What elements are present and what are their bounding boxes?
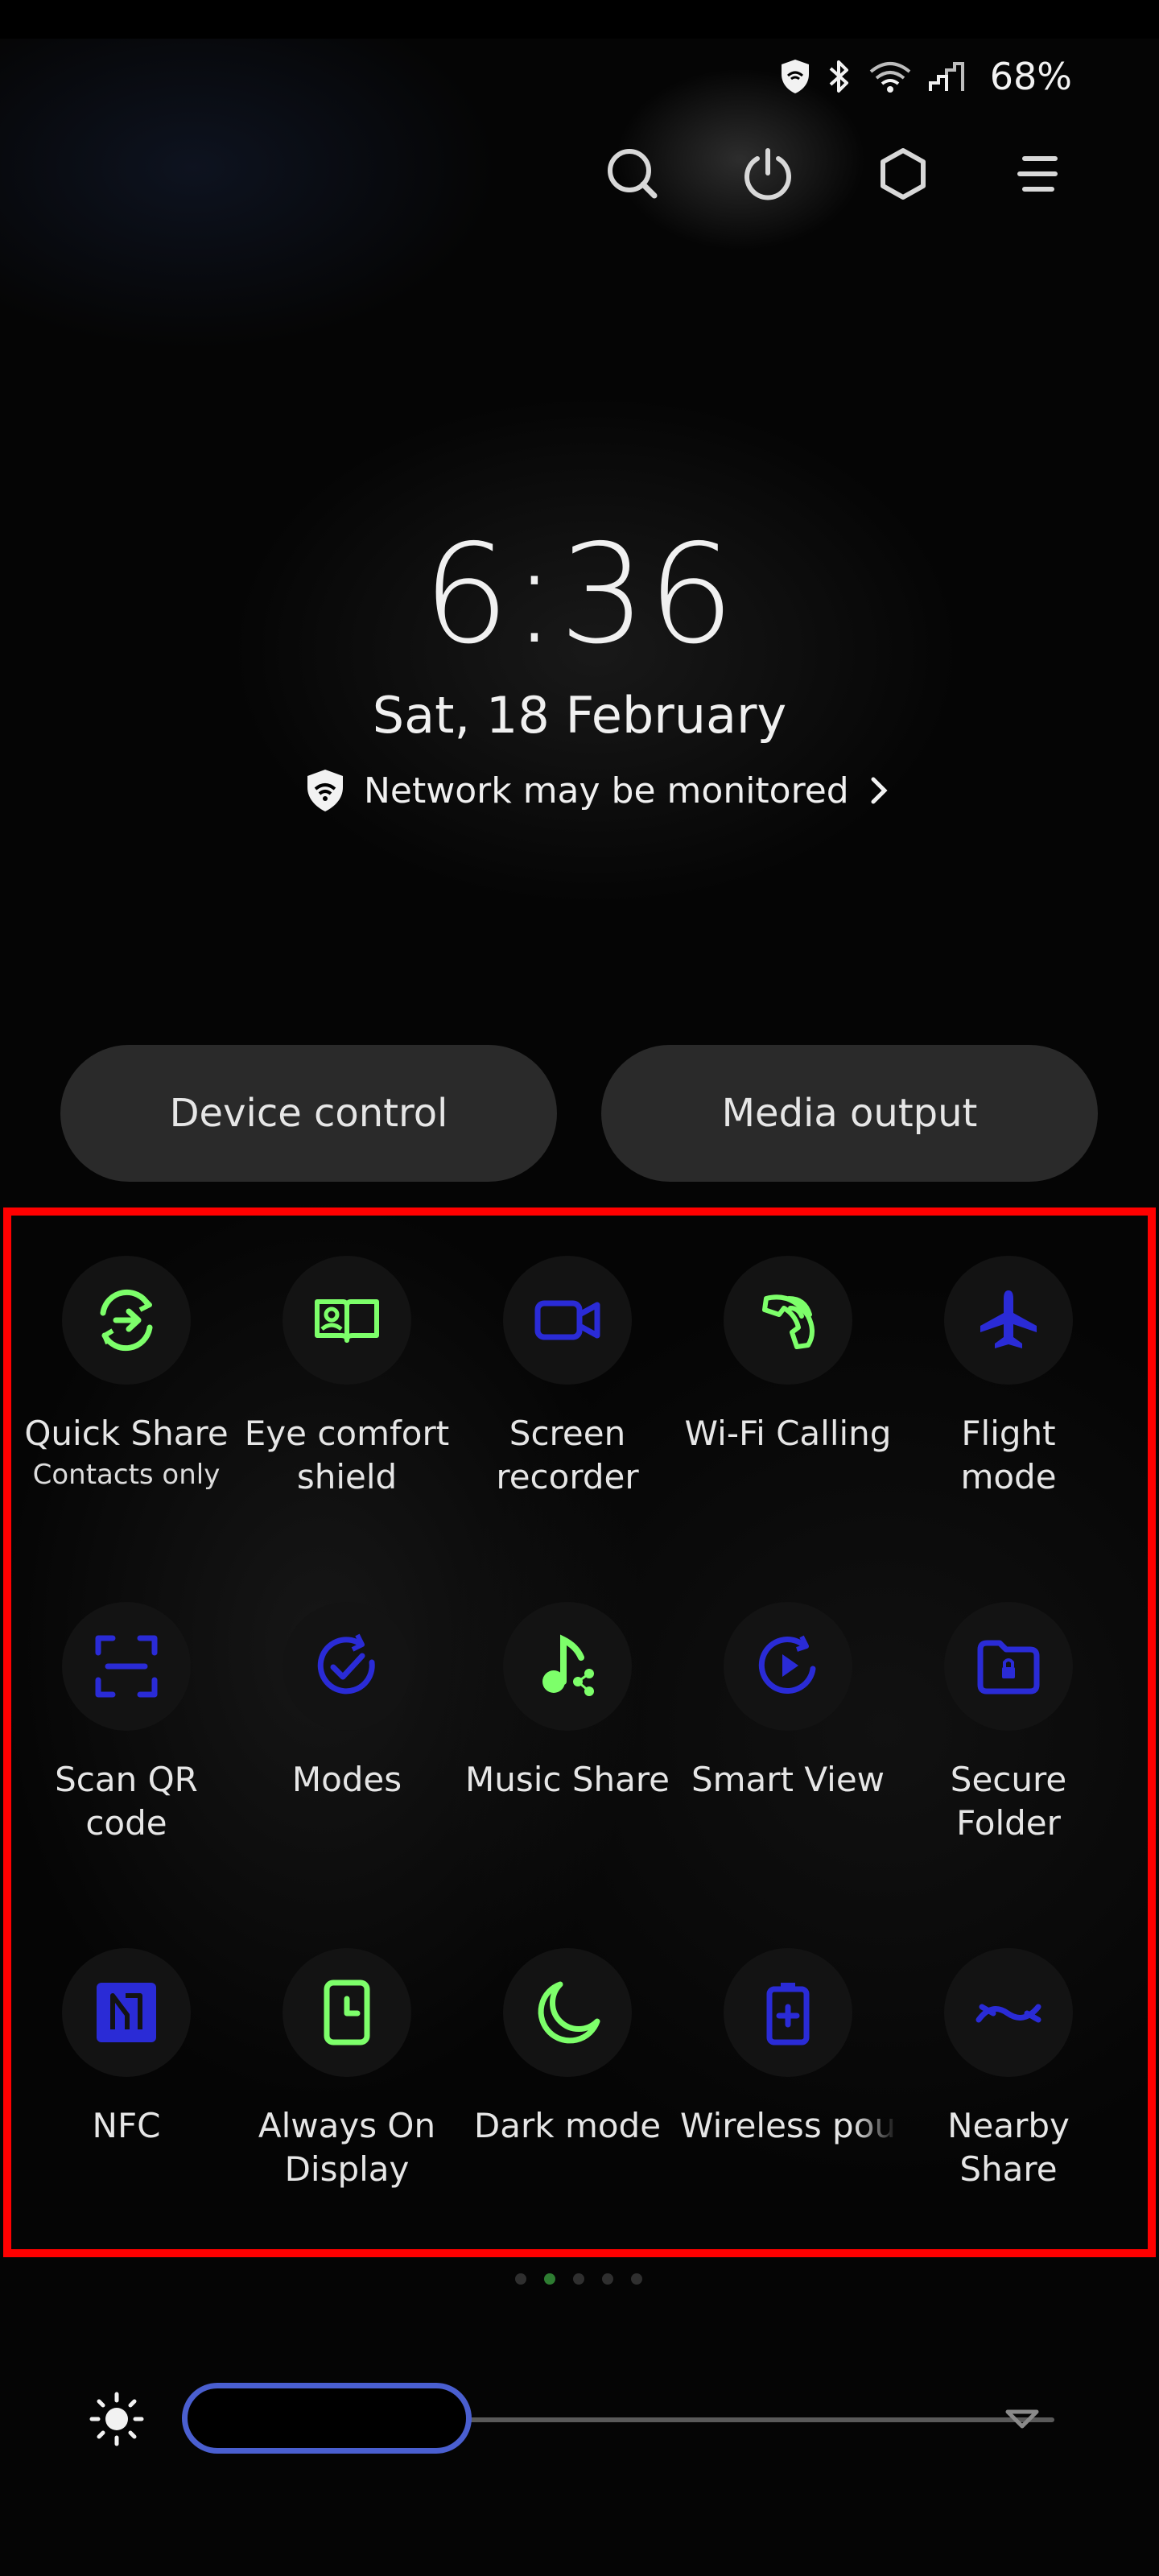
airplane-icon <box>980 1290 1037 1348</box>
chevron-right-icon <box>871 777 888 804</box>
tile-label: Always On Display <box>258 2106 436 2189</box>
signal-icon <box>928 62 964 91</box>
quick-share-icon <box>100 1289 153 1352</box>
page-dot[interactable] <box>602 2273 613 2285</box>
wireless-power-icon <box>766 1983 810 2046</box>
tile-modes[interactable]: Modes <box>237 1602 457 1802</box>
page-dot[interactable] <box>573 2273 584 2285</box>
eye-comfort-icon <box>315 1299 379 1343</box>
tile-eye-comfort-shield[interactable]: Eye comfort shield <box>237 1256 457 1499</box>
tile-icon-circle <box>283 1948 411 2077</box>
clock-time: 6:36 <box>423 515 736 675</box>
tile-label: Music Share <box>464 1760 670 1799</box>
tile-icon-circle <box>283 1256 411 1385</box>
media-output-button[interactable]: Media output <box>601 1045 1098 1182</box>
tile-smart-view[interactable]: Smart View <box>678 1602 898 1802</box>
page-dot[interactable] <box>631 2273 642 2285</box>
tile-screen-recorder[interactable]: Screen recorder <box>457 1256 678 1499</box>
tile-wireless-power-sharing[interactable]: Wireless pou <box>678 1948 898 2148</box>
network-notice[interactable]: Network may be monitored <box>304 765 891 816</box>
tile-quick-share[interactable]: Quick Share Contacts only <box>16 1256 237 1491</box>
wifi-calling-icon <box>762 1294 815 1349</box>
brightness-slider-thumb[interactable] <box>182 2383 472 2454</box>
nfc-icon <box>97 1983 156 2042</box>
tile-wifi-calling[interactable]: Wi-Fi Calling <box>678 1256 898 1455</box>
status-bar: 68% <box>779 48 1072 105</box>
tile-label: Flight mode <box>960 1414 1057 1496</box>
tile-label: Dark mode <box>473 2106 662 2145</box>
secure-folder-icon <box>977 1640 1040 1695</box>
tile-icon-circle <box>944 1948 1073 2077</box>
page-dot[interactable] <box>515 2273 526 2285</box>
search-icon <box>608 149 658 199</box>
power-button[interactable] <box>739 145 797 203</box>
tile-icon-circle <box>724 1602 852 1731</box>
tile-icon-circle <box>944 1602 1073 1731</box>
brightness-control <box>89 2375 1079 2463</box>
network-shield-icon <box>307 770 343 811</box>
qr-scan-icon <box>95 1635 158 1698</box>
vpn-shield-icon <box>781 60 809 93</box>
device-control-button[interactable]: Device control <box>60 1045 557 1182</box>
settings-icon <box>881 148 926 200</box>
tile-icon-circle <box>724 1256 852 1385</box>
page-dot-active[interactable] <box>544 2273 555 2285</box>
tile-icon-circle <box>503 1602 632 1731</box>
smart-view-icon <box>758 1635 816 1695</box>
tile-label: Modes <box>291 1760 402 1799</box>
music-share-icon <box>542 1634 594 1696</box>
tile-scan-qr-code[interactable]: Scan QR code <box>16 1602 237 1845</box>
tile-nfc[interactable]: NFC <box>16 1948 237 2148</box>
tile-icon-circle <box>724 1948 852 2077</box>
tile-dark-mode[interactable]: Dark mode <box>457 1948 678 2148</box>
tile-label: Quick Share <box>24 1414 229 1453</box>
tile-label: Wi-Fi Calling <box>684 1414 892 1453</box>
modes-icon <box>317 1633 375 1695</box>
chevron-down-icon[interactable] <box>1003 2404 1041 2436</box>
tile-icon-circle <box>283 1602 411 1731</box>
tile-flight-mode[interactable]: Flight mode <box>898 1256 1119 1499</box>
nearby-share-icon <box>975 2004 1041 2023</box>
tile-label: Nearby Share <box>947 2106 1070 2189</box>
dark-mode-icon <box>538 1981 600 2044</box>
tile-music-share[interactable]: Music Share <box>457 1602 678 1802</box>
tile-always-on-display[interactable]: Always On Display <box>237 1948 457 2191</box>
always-on-display-icon <box>324 1979 370 2046</box>
top-actions <box>604 145 1067 203</box>
top-band <box>0 0 1159 39</box>
tile-icon-circle <box>62 1602 191 1731</box>
power-icon <box>744 148 791 200</box>
tile-icon-circle <box>503 1948 632 2077</box>
page-indicator <box>515 2273 642 2285</box>
tile-label: Smart View <box>691 1760 885 1799</box>
network-notice-text: Network may be monitored <box>364 770 849 811</box>
tile-sublabel: Contacts only <box>32 1459 221 1491</box>
tile-label: Wireless pou <box>679 2106 897 2145</box>
brightness-sun-icon <box>89 2392 144 2446</box>
tile-icon-circle <box>62 1948 191 2077</box>
tile-icon-circle <box>503 1256 632 1385</box>
tile-label: NFC <box>92 2106 161 2145</box>
tile-nearby-share[interactable]: Nearby Share <box>898 1948 1119 2191</box>
menu-icon <box>1017 156 1058 192</box>
tile-icon-circle <box>944 1256 1073 1385</box>
search-button[interactable] <box>604 145 662 203</box>
battery-percentage: 68% <box>989 55 1072 98</box>
menu-button[interactable] <box>1009 145 1067 203</box>
settings-button[interactable] <box>874 145 932 203</box>
wifi-icon <box>869 62 911 93</box>
bluetooth-icon <box>829 60 848 93</box>
clock-date: Sat, 18 February <box>372 686 787 745</box>
tile-icon-circle <box>62 1256 191 1385</box>
tile-label: Screen recorder <box>496 1414 639 1496</box>
tile-label: Scan QR code <box>55 1760 198 1843</box>
tile-secure-folder[interactable]: Secure Folder <box>898 1602 1119 1845</box>
screen-recorder-icon <box>534 1300 600 1340</box>
tile-label: Eye comfort shield <box>244 1414 450 1496</box>
tile-label: Secure Folder <box>950 1760 1067 1843</box>
